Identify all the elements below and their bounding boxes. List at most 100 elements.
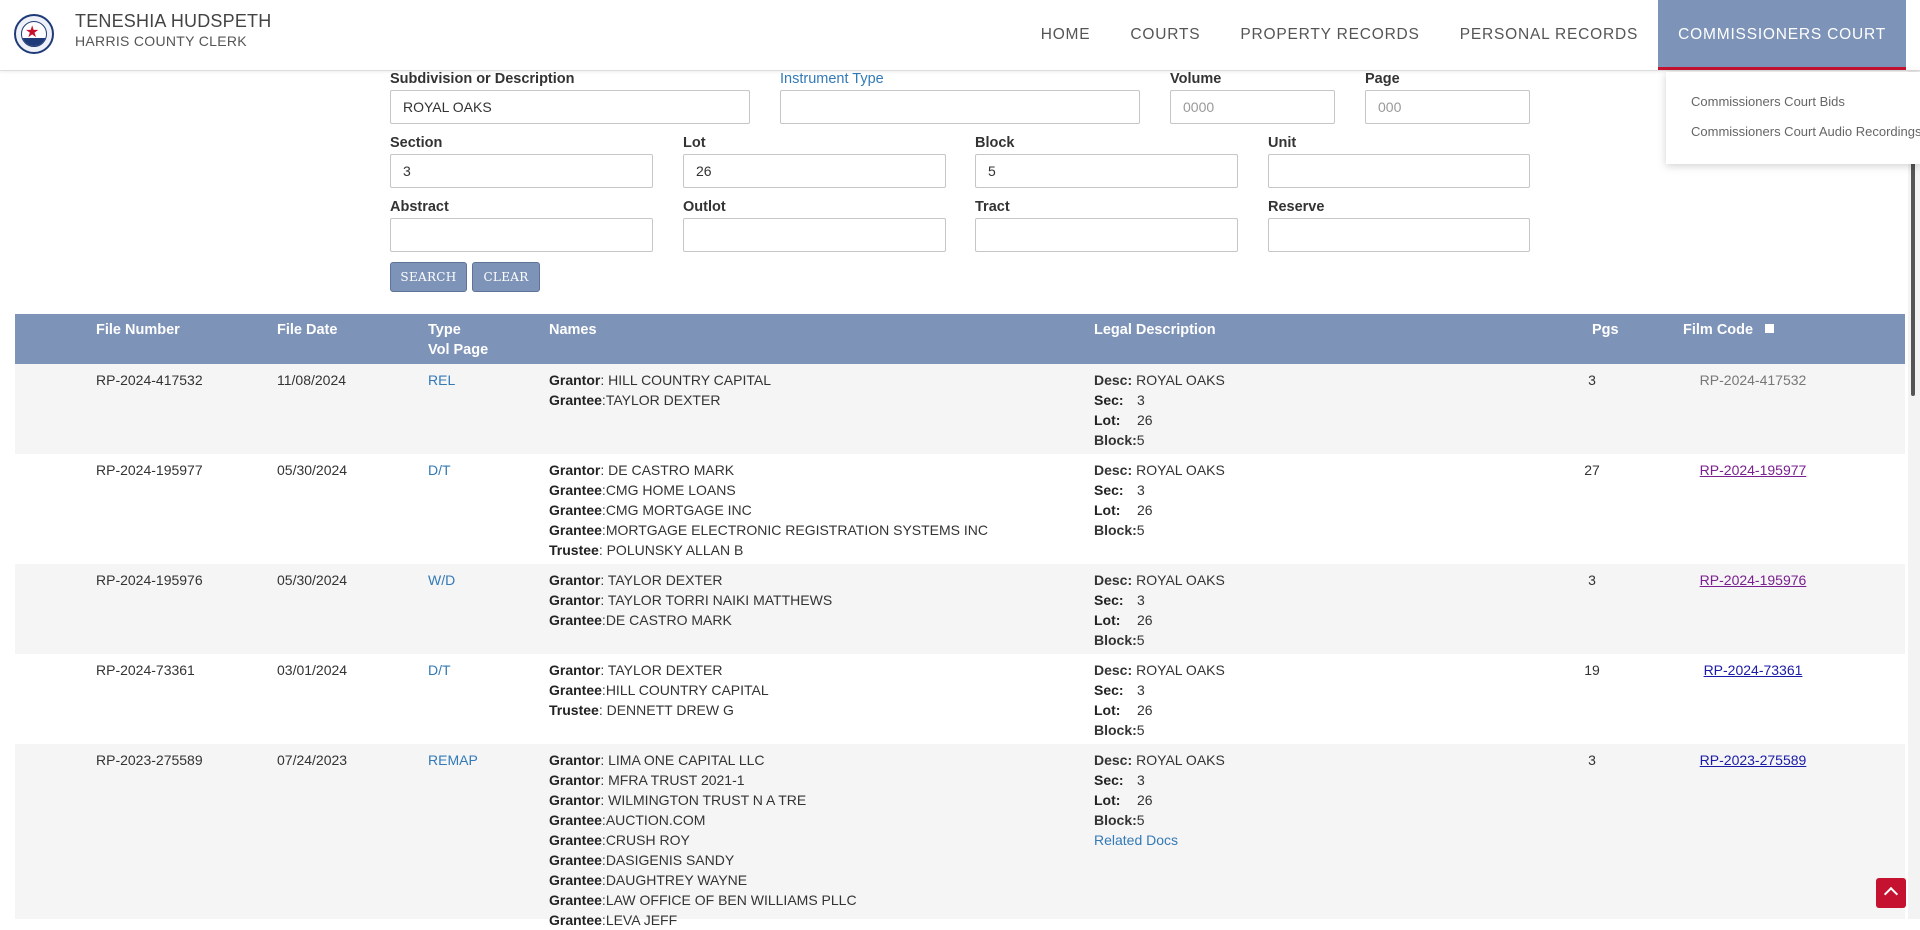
nav-courts[interactable]: COURTS [1110,0,1220,70]
outlot-label: Outlot [683,199,726,215]
film-code-checkbox[interactable] [1765,324,1775,333]
legal-sec-value: 3 [1137,772,1145,788]
col-file-date[interactable]: File Date [277,320,337,340]
legal-desc-label: Desc: [1094,752,1133,768]
party-separator: : [598,542,607,558]
party-separator: : [600,662,608,678]
col-film-code[interactable]: Film Code [1683,320,1775,340]
party-line: Grantor: HILL COUNTRY CAPITAL [549,370,771,390]
party-name: DAUGHTREY WAYNE [605,872,748,888]
legal-lot-line: Lot: 26 [1094,700,1225,720]
party-separator: : [600,372,609,388]
party-role: Grantor [549,772,601,788]
col-vol-page-label: Vol Page [428,342,489,358]
party-name: HILL COUNTRY CAPITAL [608,372,771,388]
party-name: TAYLOR DEXTER [607,572,723,588]
back-to-top-button[interactable] [1876,878,1906,908]
film-code-link[interactable]: RP-2024-195976 [1683,570,1823,590]
party-line: Grantee:LAW OFFICE OF BEN WILLIAMS PLLC [549,890,857,910]
file-number-cell: RP-2024-417532 [96,372,203,388]
party-name: DENNETT DREW G [606,702,734,718]
dropdown-item-audio-recordings[interactable]: Commissioners Court Audio Recordings [1691,124,1920,139]
reserve-input[interactable] [1268,218,1530,252]
instrument-type-link[interactable]: D/T [428,460,451,480]
section-input[interactable] [390,154,653,188]
col-pgs[interactable]: Pgs [1592,320,1619,340]
legal-desc-value: ROYAL OAKS [1136,752,1225,768]
nav-home[interactable]: HOME [1021,0,1111,70]
legal-sec-label: Sec: [1094,772,1124,788]
site-header: ★ TENESHIA HUDSPETH HARRIS COUNTY CLERK … [0,0,1920,71]
party-line: Trustee: DENNETT DREW G [549,700,769,720]
legal-desc-value: ROYAL OAKS [1136,462,1225,478]
col-names[interactable]: Names [549,320,597,340]
col-legal-description[interactable]: Legal Description [1094,320,1216,340]
legal-description-cell: Desc: ROYAL OAKS Sec: 3 Lot: 26 Block:5 [1094,660,1225,740]
party-role: Trustee [549,542,599,558]
film-code-link[interactable]: RP-2024-195977 [1683,460,1823,480]
party-role: Grantor [549,572,601,588]
party-name: LIMA ONE CAPITAL LLC [608,752,765,768]
related-docs-link[interactable]: Related Docs [1094,830,1225,850]
legal-sec-value: 3 [1137,592,1145,608]
film-code-link[interactable]: RP-2023-275589 [1683,750,1823,770]
legal-desc-line: Desc: ROYAL OAKS [1094,660,1225,680]
legal-sec-line: Sec: 3 [1094,770,1225,790]
legal-block-label: Block: [1094,432,1137,448]
dropdown-item-bids[interactable]: Commissioners Court Bids [1691,94,1845,109]
abstract-input[interactable] [390,218,653,252]
party-separator: : [598,702,607,718]
outlot-input[interactable] [683,218,946,252]
legal-lot-value: 26 [1137,702,1153,718]
lot-input[interactable] [683,154,946,188]
clerk-name[interactable]: TENESHIA HUDSPETH [75,11,271,32]
legal-sec-value: 3 [1137,682,1145,698]
block-input[interactable] [975,154,1238,188]
instrument-type-label[interactable]: Instrument Type [780,71,884,87]
pages-count-cell: 27 [1584,462,1600,478]
party-role: Grantee [549,892,602,908]
search-button[interactable]: SEARCH [390,262,467,292]
instrument-type-link[interactable]: W/D [428,570,455,590]
legal-lot-value: 26 [1137,412,1153,428]
nav-commissioners-court[interactable]: COMMISSIONERS COURT [1658,0,1906,70]
nav-personal-records[interactable]: PERSONAL RECORDS [1440,0,1658,70]
legal-lot-line: Lot: 26 [1094,610,1225,630]
legal-block-line: Block:5 [1094,520,1225,540]
party-role: Grantee [549,612,602,628]
legal-block-value: 5 [1136,632,1145,648]
lot-label: Lot [683,135,706,151]
col-file-number[interactable]: File Number [96,320,180,340]
page-scrollbar[interactable] [1908,70,1920,919]
party-name: TAYLOR TORRI NAIKI MATTHEWS [607,592,833,608]
nav-property-records[interactable]: PROPERTY RECORDS [1220,0,1439,70]
instrument-type-input[interactable] [780,90,1140,124]
party-role: Grantor [549,792,601,808]
subdivision-input[interactable] [390,90,750,124]
names-cell: Grantor: LIMA ONE CAPITAL LLC Grantor: MF… [549,750,857,930]
film-code-link[interactable]: RP-2024-73361 [1683,660,1823,680]
party-name: WILMINGTON TRUST N A TRE [608,792,807,808]
subdivision-label: Subdivision or Description [390,71,575,87]
party-name: TAYLOR DEXTER [605,392,721,408]
legal-block-value: 5 [1136,812,1145,828]
legal-lot-label: Lot: [1094,612,1121,628]
party-role: Grantee [549,912,602,928]
instrument-type-link[interactable]: REMAP [428,750,478,770]
clear-button[interactable]: CLEAR [472,262,540,292]
instrument-type-link[interactable]: REL [428,370,455,390]
unit-input[interactable] [1268,154,1530,188]
file-date-cell: 07/24/2023 [277,752,348,768]
col-type[interactable]: Type Vol Page [428,320,488,360]
party-line: Grantee:HILL COUNTRY CAPITAL [549,680,769,700]
legal-lot-line: Lot: 26 [1094,790,1225,810]
tract-input[interactable] [975,218,1238,252]
volume-input[interactable] [1170,90,1335,124]
page-input[interactable] [1365,90,1530,124]
instrument-type-link[interactable]: D/T [428,660,451,680]
pages-count-cell: 3 [1588,572,1596,588]
party-role: Grantor [549,662,601,678]
county-seal-logo[interactable]: ★ [14,14,54,54]
party-role: Grantee [549,502,602,518]
party-line: Grantee:DE CASTRO MARK [549,610,832,630]
